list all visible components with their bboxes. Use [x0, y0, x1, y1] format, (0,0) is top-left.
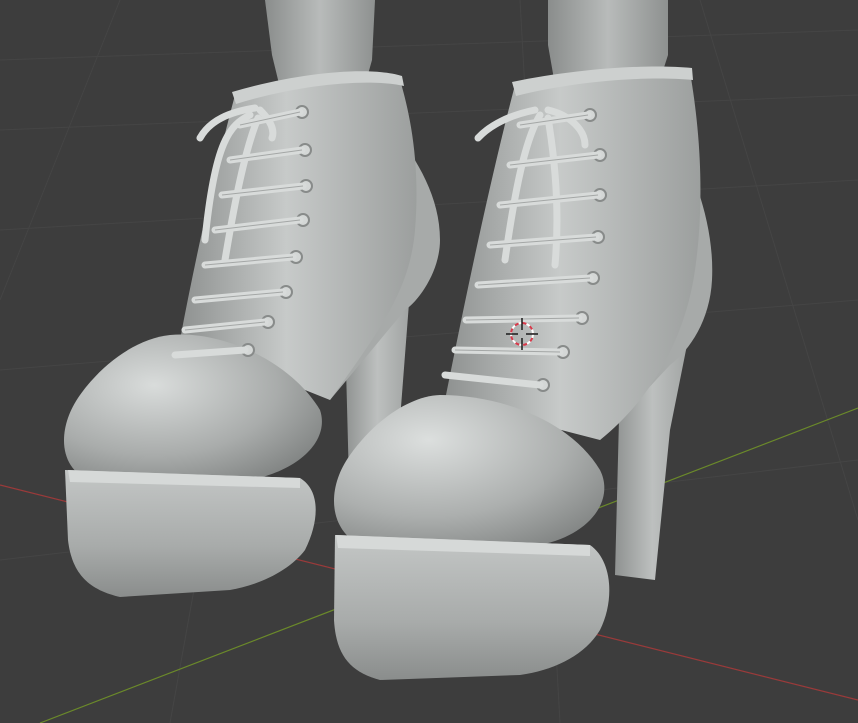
3d-viewport[interactable] — [0, 0, 858, 723]
viewport-canvas[interactable] — [0, 0, 858, 723]
